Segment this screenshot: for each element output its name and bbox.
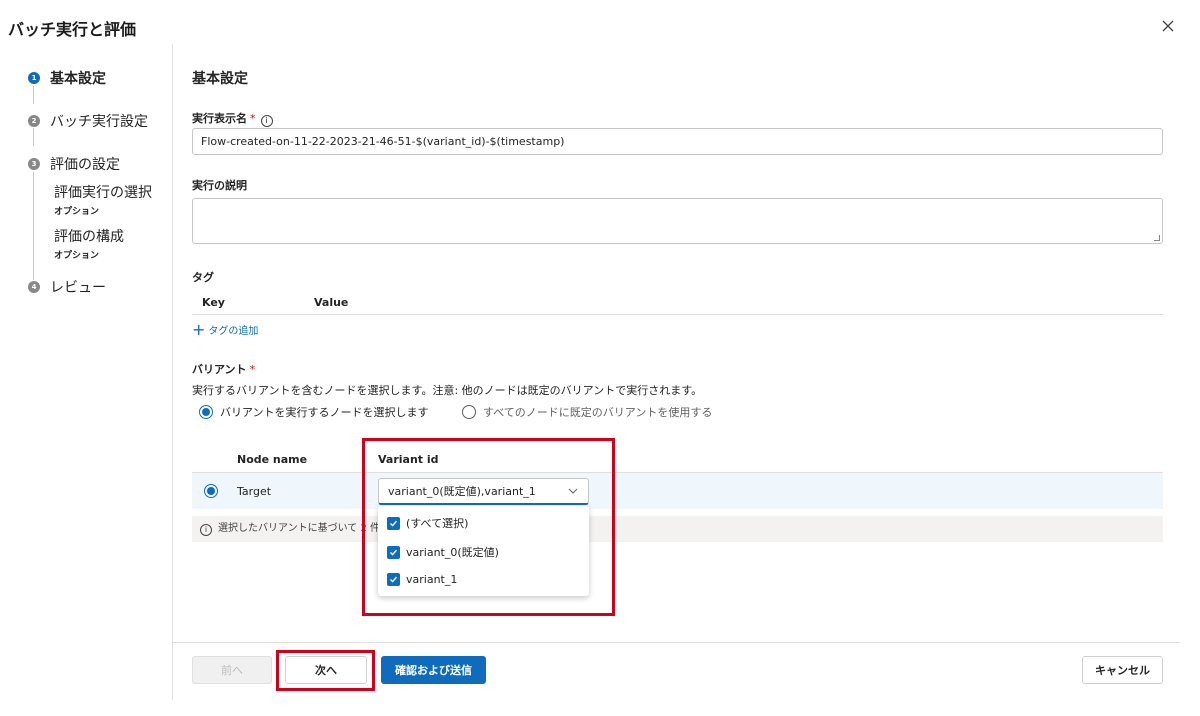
annotation-highlight-box — [276, 650, 375, 691]
info-icon: i — [200, 524, 212, 536]
radio-unselected-icon — [462, 405, 476, 419]
step-label: 評価の設定 — [50, 157, 120, 173]
add-tag-link[interactable]: + タグの追加 — [192, 319, 259, 339]
step-connector — [33, 172, 34, 280]
substep-label: 評価実行の選択 — [54, 185, 152, 201]
step-label: バッチ実行設定 — [50, 114, 148, 130]
dialog-title: バッチ実行と評価 — [8, 20, 137, 39]
previous-button[interactable]: 前へ — [192, 656, 272, 684]
step-label: レビュー — [50, 280, 106, 296]
section-title: 基本設定 — [192, 71, 248, 87]
panel-divider — [172, 44, 173, 700]
radio-selected-icon — [199, 405, 213, 419]
substep-label: 評価の構成 — [54, 229, 124, 245]
col-node-name: Node name — [237, 453, 308, 466]
run-name-label: 実行表示名 * i — [192, 110, 273, 127]
cancel-button[interactable]: キャンセル — [1082, 656, 1163, 684]
table-row[interactable] — [192, 473, 1163, 509]
step-number-icon: 4 — [28, 281, 40, 293]
step-number-icon: 3 — [28, 158, 40, 170]
divider — [192, 314, 1163, 315]
run-name-input[interactable]: Flow-created-on-11-22-2023-21-46-51-$(va… — [192, 128, 1163, 155]
run-description-label: 実行の説明 — [192, 179, 247, 192]
optional-tag: オプション — [54, 207, 100, 217]
step-evaluation-settings[interactable]: 3 評価の設定 — [28, 154, 120, 174]
required-mark: * — [250, 112, 256, 125]
variants-label: バリアント * — [192, 363, 256, 376]
annotation-highlight-box — [362, 438, 615, 616]
variant-info-bar: i 選択したバリアントに基づいて 2 件 — [192, 516, 1163, 542]
add-tag-label: タグの追加 — [208, 326, 259, 337]
close-icon[interactable] — [1160, 18, 1176, 34]
optional-tag: オプション — [54, 251, 100, 261]
run-description-input[interactable] — [192, 198, 1163, 244]
plus-icon: + — [192, 319, 206, 339]
row-select-radio[interactable] — [204, 484, 218, 498]
step-basic-settings[interactable]: 1 基本設定 — [28, 68, 106, 88]
radio-default-all[interactable]: すべてのノードに既定のバリアントを使用する — [462, 404, 712, 420]
tags-value-header: Value — [314, 296, 349, 309]
radio-label: バリアントを実行するノードを選択します — [220, 406, 429, 419]
step-connector — [33, 86, 34, 104]
required-mark: * — [249, 363, 256, 376]
node-name-cell: Target — [237, 485, 272, 498]
info-bar-text: 選択したバリアントに基づいて 2 件 — [218, 523, 381, 534]
step-label: 基本設定 — [50, 71, 106, 87]
footer-divider — [172, 642, 1180, 643]
info-icon[interactable]: i — [260, 115, 273, 127]
radio-select-nodes[interactable]: バリアントを実行するノードを選択します — [199, 404, 429, 420]
step-review[interactable]: 4 レビュー — [28, 277, 106, 297]
radio-label: すべてのノードに既定のバリアントを使用する — [483, 406, 713, 419]
step-number-icon: 2 — [28, 115, 40, 127]
variants-description: 実行するバリアントを含むノードを選択します。注意: 他のノードは既定のバリアント… — [192, 384, 703, 397]
substep-select-evaluation[interactable]: 評価実行の選択 オプション — [54, 182, 152, 217]
substep-configure-evaluation[interactable]: 評価の構成 オプション — [54, 226, 124, 261]
step-batch-run-settings[interactable]: 2 バッチ実行設定 — [28, 111, 148, 131]
step-number-icon: 1 — [28, 72, 40, 84]
resize-handle-icon[interactable] — [1154, 235, 1160, 241]
tags-key-header: Key — [202, 296, 225, 309]
review-submit-button[interactable]: 確認および送信 — [381, 656, 486, 684]
tags-label: タグ — [192, 271, 214, 284]
